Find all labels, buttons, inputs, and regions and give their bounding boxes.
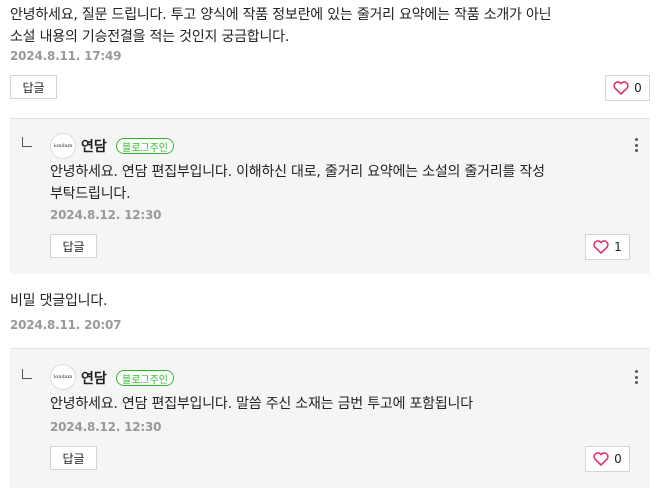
reply-text: 안녕하세요. 연담 편집부입니다. 이해하신 대로, 줄거리 요약에는 소설의 … [50,161,545,205]
avatar: londam [50,364,76,390]
heart-icon [613,81,629,95]
reply-button[interactable]: 답글 [50,234,97,258]
reply-arrow-icon [22,369,32,379]
comment-date: 2024.8.11. 17:49 [10,49,122,63]
reply-arrow-icon [22,137,32,147]
reply-text: 안녕하세요. 연담 편집부입니다. 말씀 주신 소재는 금번 투고에 포함됩니다 [50,393,473,415]
like-count: 0 [634,81,642,95]
like-count: 1 [614,240,622,254]
owner-badge: 블로그주인 [116,138,174,154]
reply-button[interactable]: 답글 [50,446,97,470]
comment-text-line: 소설 내용의 기승전결을 적는 것인지 궁금합니다. [10,29,290,45]
like-count: 0 [614,452,622,466]
more-vertical-icon[interactable] [634,370,638,384]
comment-text: 비밀 댓글입니다. [10,290,107,312]
reply-text-line: 안녕하세요. 연담 편집부입니다. 말씀 주신 소재는 금번 투고에 포함됩니다 [50,396,473,412]
reply-date: 2024.8.12. 12:30 [50,420,162,434]
author-name[interactable]: 연담 [81,136,107,156]
owner-badge: 블로그주인 [116,370,174,386]
comment-text-line: 비밀 댓글입니다. [10,293,108,309]
comment-date: 2024.8.11. 20:07 [10,318,122,332]
like-button[interactable]: 0 [585,446,630,472]
comment-text-line: 안녕하세요, 질문 드립니다. 투고 양식에 작품 정보란에 있는 줄거리 요약… [10,7,552,23]
more-vertical-icon[interactable] [634,138,638,152]
avatar: londam [50,133,76,159]
author-name[interactable]: 연담 [81,368,107,388]
heart-icon [593,240,609,254]
like-button[interactable]: 1 [585,234,630,260]
reply-button[interactable]: 답글 [10,75,57,99]
reply-text-line: 부탁드립니다. [50,186,131,202]
reply-text-line: 안녕하세요. 연담 편집부입니다. 이해하신 대로, 줄거리 요약에는 소설의 … [50,164,545,180]
like-button[interactable]: 0 [605,75,650,101]
heart-icon [593,452,609,466]
comment-text: 안녕하세요, 질문 드립니다. 투고 양식에 작품 정보란에 있는 줄거리 요약… [10,4,552,48]
reply-date: 2024.8.12. 12:30 [50,208,162,222]
